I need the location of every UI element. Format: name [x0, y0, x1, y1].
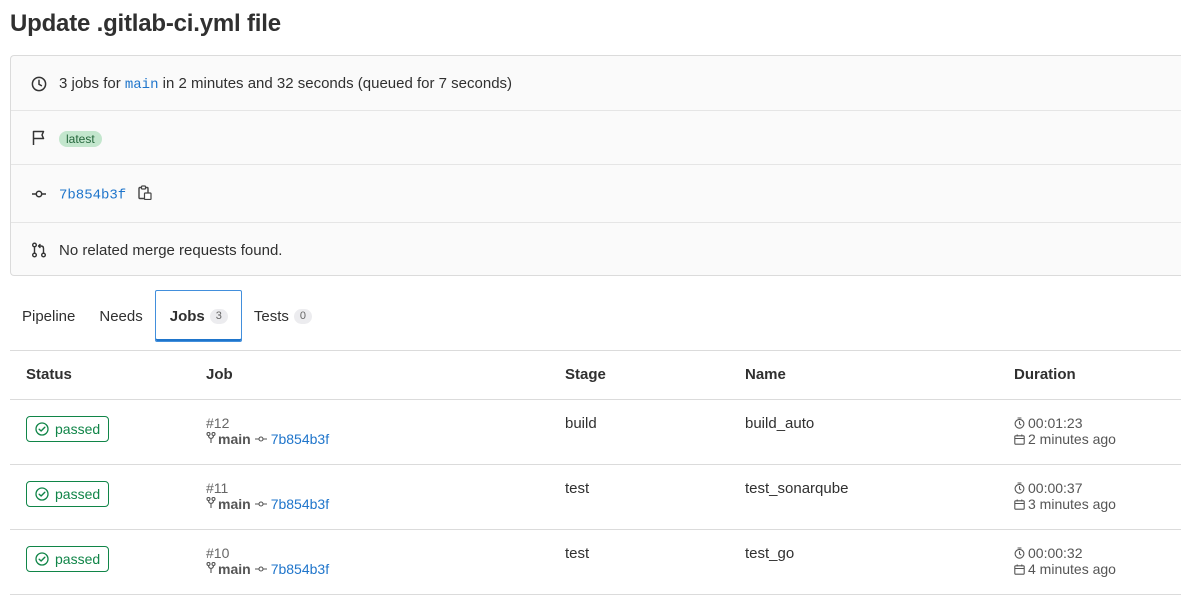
- pipeline-info-box: 3 jobs for main in 2 minutes and 32 seco…: [10, 55, 1181, 276]
- job-name-cell: build_auto: [745, 415, 815, 432]
- tab-label: Pipeline: [22, 307, 76, 325]
- tab-label: Needs: [99, 307, 143, 325]
- job-cell: #10 main 7b854b3f: [206, 545, 329, 577]
- header-duration: Duration: [1014, 366, 1076, 383]
- job-cell: #12 main 7b854b3f: [206, 415, 329, 447]
- tab-label: Tests: [253, 307, 289, 325]
- timer-icon: [1014, 482, 1028, 494]
- timer-icon: [1014, 417, 1028, 429]
- table-row: passed #10 main 7b854b3f test test_go 00…: [10, 530, 1181, 595]
- clock-icon: [30, 75, 48, 93]
- job-name-cell: test_go: [745, 545, 795, 562]
- latest-badge: latest: [59, 130, 102, 147]
- page-title: Update .gitlab-ci.yml file: [10, 10, 281, 37]
- tab-needs[interactable]: Needs: [87, 290, 154, 342]
- jobs-table: Status Job Stage Name Duration passed #1…: [10, 351, 1181, 595]
- duration-cell: 00:01:23 2 minutes ago: [1014, 415, 1116, 447]
- duration-value: 00:00:37: [1028, 480, 1083, 496]
- commit-icon: [254, 564, 267, 574]
- jobs-summary-prefix: 3 jobs for: [59, 74, 121, 92]
- info-row-jobs: 3 jobs for main in 2 minutes and 32 seco…: [11, 56, 1181, 111]
- tab-pipeline[interactable]: Pipeline: [10, 290, 87, 342]
- duration-value: 00:01:23: [1028, 415, 1083, 431]
- status-badge[interactable]: passed: [26, 481, 110, 507]
- merge-requests-text: No related merge requests found.: [59, 241, 283, 259]
- job-id-link[interactable]: #11: [206, 480, 329, 496]
- status-label: passed: [55, 486, 101, 502]
- info-row-badges: latest: [11, 111, 1181, 165]
- copy-icon[interactable]: [138, 184, 152, 204]
- tab-label: Jobs: [169, 307, 205, 325]
- check-circle-icon: [35, 487, 49, 501]
- job-id-link[interactable]: #12: [206, 415, 329, 431]
- branch-link[interactable]: main: [125, 77, 159, 93]
- finished-time: 2 minutes ago: [1028, 431, 1116, 447]
- status-label: passed: [55, 551, 101, 567]
- check-circle-icon: [35, 552, 49, 566]
- commit-sha-link[interactable]: 7b854b3f: [59, 187, 126, 203]
- job-branch-link[interactable]: main: [218, 431, 251, 447]
- merge-request-icon: [30, 241, 48, 259]
- info-row-merge-requests: No related merge requests found.: [11, 223, 1181, 277]
- status-label: passed: [55, 421, 101, 437]
- stage-cell: build: [565, 415, 597, 432]
- table-row: passed #11 main 7b854b3f test test_sonar…: [10, 465, 1181, 530]
- tab-tests[interactable]: Tests 0: [242, 290, 324, 342]
- tab-jobs[interactable]: Jobs 3: [154, 290, 242, 342]
- header-stage: Stage: [565, 366, 606, 383]
- header-job: Job: [206, 366, 233, 383]
- table-header: Status Job Stage Name Duration: [10, 351, 1181, 400]
- header-status: Status: [26, 366, 72, 383]
- calendar-icon: [1014, 564, 1028, 575]
- job-id-link[interactable]: #10: [206, 545, 329, 561]
- branch-icon: [206, 496, 216, 512]
- timer-icon: [1014, 547, 1028, 559]
- branch-icon: [206, 561, 216, 577]
- job-commit-link[interactable]: 7b854b3f: [271, 431, 329, 447]
- duration-value: 00:00:32: [1028, 545, 1083, 561]
- job-cell: #11 main 7b854b3f: [206, 480, 329, 512]
- info-row-commit: 7b854b3f: [11, 165, 1181, 223]
- tab-count-badge: 3: [209, 308, 228, 324]
- calendar-icon: [1014, 499, 1028, 510]
- table-row: passed #12 main 7b854b3f build build_aut…: [10, 400, 1181, 465]
- status-badge[interactable]: passed: [26, 416, 110, 442]
- job-branch-link[interactable]: main: [218, 496, 251, 512]
- calendar-icon: [1014, 434, 1028, 445]
- job-commit-link[interactable]: 7b854b3f: [271, 561, 329, 577]
- commit-icon: [254, 434, 267, 444]
- check-circle-icon: [35, 422, 49, 436]
- job-branch-link[interactable]: main: [218, 561, 251, 577]
- job-name-cell: test_sonarqube: [745, 480, 849, 497]
- stage-cell: test: [565, 480, 590, 497]
- commit-icon: [254, 499, 267, 509]
- tab-count-badge: 0: [293, 308, 313, 324]
- flag-icon: [30, 129, 48, 147]
- job-commit-link[interactable]: 7b854b3f: [271, 496, 329, 512]
- jobs-summary: 3 jobs for main in 2 minutes and 32 seco…: [59, 75, 512, 93]
- duration-cell: 00:00:37 3 minutes ago: [1014, 480, 1116, 512]
- status-badge[interactable]: passed: [26, 546, 110, 572]
- pipeline-page: Update .gitlab-ci.yml file 3 jobs for ma…: [0, 0, 1181, 610]
- stage-cell: test: [565, 545, 590, 562]
- pipeline-tabs: Pipeline Needs Jobs 3 Tests 0: [10, 290, 324, 342]
- jobs-summary-suffix: in 2 minutes and 32 seconds (queued for …: [162, 74, 513, 92]
- commit-icon: [30, 185, 48, 203]
- header-name: Name: [745, 366, 786, 383]
- finished-time: 4 minutes ago: [1028, 561, 1116, 577]
- branch-icon: [206, 431, 216, 447]
- finished-time: 3 minutes ago: [1028, 496, 1116, 512]
- duration-cell: 00:00:32 4 minutes ago: [1014, 545, 1116, 577]
